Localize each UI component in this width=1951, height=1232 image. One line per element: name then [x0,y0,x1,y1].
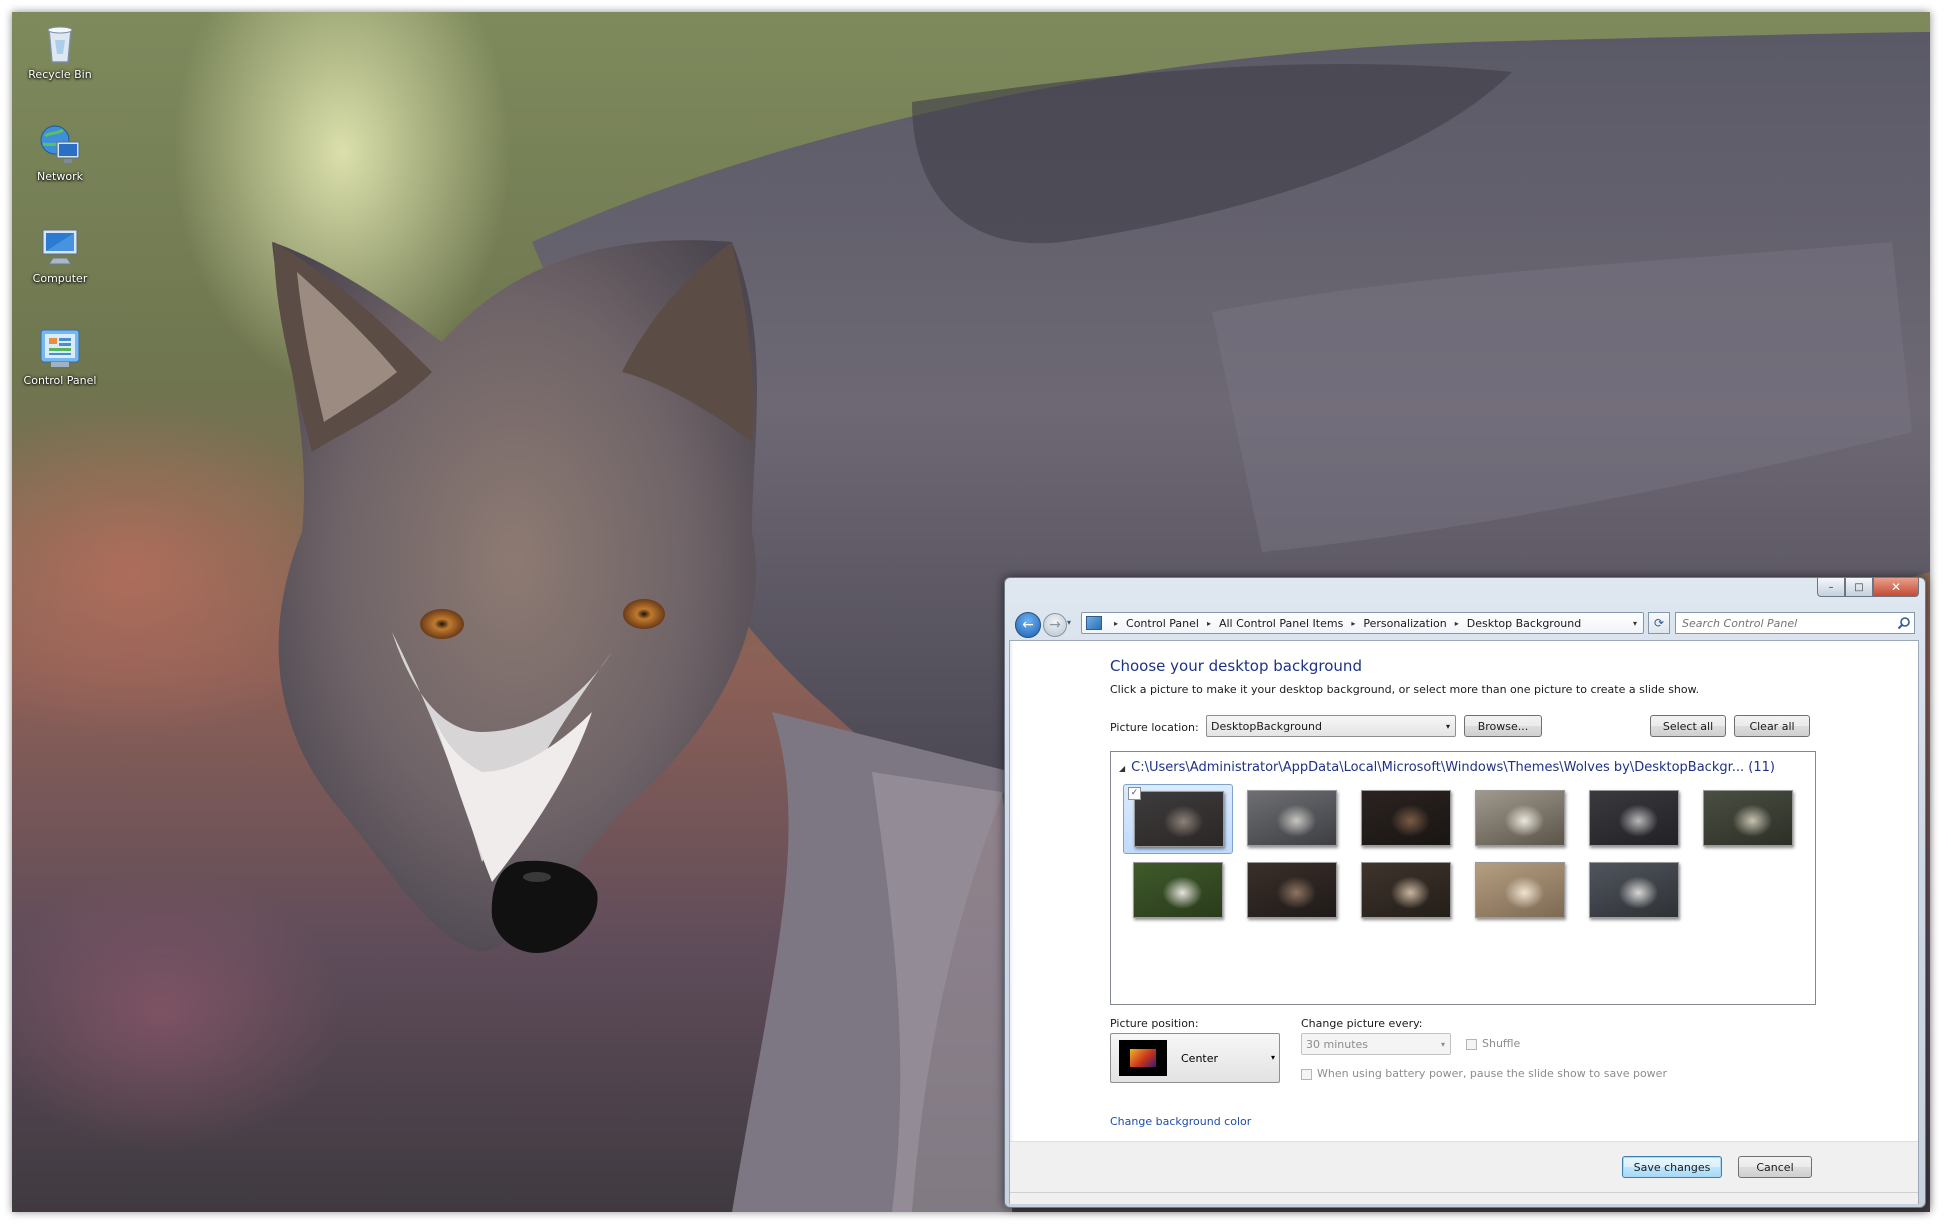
breadcrumb-separator[interactable]: ▸ [1207,619,1211,628]
search-input[interactable] [1675,612,1915,634]
desktop-icon-recycle-bin[interactable]: Recycle Bin [20,20,100,82]
gallery-group-header[interactable]: ◢ C:\Users\Administrator\AppData\Local\Mi… [1119,760,1775,775]
desktop-icon-computer[interactable]: Computer [20,224,100,286]
wallpaper-thumbnail[interactable] [1579,856,1689,926]
network-icon [37,122,83,168]
wallpaper-thumbnail[interactable] [1237,784,1347,854]
desktop-background-window: – □ ✕ ← → ▾ ▸ Control Panel ▸ All Contro… [1004,577,1926,1208]
thumbnail-checkbox[interactable]: ✓ [1128,787,1141,800]
desktop-icon-label: Network [37,170,83,183]
wallpaper-thumbnail[interactable] [1351,856,1461,926]
picture-position-value: Center [1181,1052,1219,1065]
wallpaper-thumbnail-image [1133,862,1223,918]
wallpaper-thumbnail[interactable] [1693,784,1803,854]
page-subtitle: Click a picture to make it your desktop … [1110,683,1700,696]
change-picture-every-value: 30 minutes [1306,1037,1369,1051]
page-title: Choose your desktop background [1110,657,1362,675]
address-bar[interactable]: ▸ Control Panel ▸ All Control Panel Item… [1081,612,1644,634]
collapse-triangle-icon[interactable]: ◢ [1119,764,1125,773]
wallpaper-thumbnail[interactable] [1351,784,1461,854]
wallpaper-thumbnail-image [1475,790,1565,846]
breadcrumb-separator[interactable]: ▸ [1114,619,1118,628]
wallpaper-thumbnail-image [1361,790,1451,846]
wallpaper-thumbnail-image [1361,862,1451,918]
battery-pause-label: When using battery power, pause the slid… [1317,1067,1667,1080]
wallpaper-thumbnail-image [1589,790,1679,846]
dialog-footer: Save changes Cancel [1010,1141,1918,1204]
picture-position-label: Picture position: [1110,1017,1199,1030]
battery-pause-checkbox[interactable] [1301,1069,1312,1080]
browse-button[interactable]: Browse... [1464,715,1542,737]
desktop-icon-label: Control Panel [23,374,97,387]
caption-buttons: – □ ✕ [1817,578,1919,598]
recent-pages-dropdown[interactable]: ▾ [1067,618,1071,627]
wallpaper-thumbnail-image [1703,790,1793,846]
wallpaper-thumbnail-image [1247,790,1337,846]
breadcrumb-separator[interactable]: ▸ [1351,619,1355,628]
wallpaper-thumbnail-image [1134,791,1224,847]
desktop-icon-control-panel[interactable]: Control Panel [20,326,100,388]
chevron-down-icon: ▾ [1440,1039,1445,1049]
wallpaper-thumbnail[interactable] [1465,784,1575,854]
forward-button[interactable]: → [1043,613,1067,637]
address-dropdown-icon[interactable]: ▾ [1627,619,1643,628]
chevron-down-icon: ▾ [1270,1053,1275,1062]
picture-location-value: DesktopBackground [1211,719,1322,733]
wallpaper-thumbnail-image [1589,862,1679,918]
breadcrumb-desktop-background[interactable]: Desktop Background [1467,617,1582,630]
desktop-icon-network[interactable]: Network [20,122,100,184]
maximize-button[interactable]: □ [1845,578,1873,597]
change-background-color-link[interactable]: Change background color [1110,1115,1251,1128]
wallpaper-thumbnail[interactable] [1123,856,1233,926]
computer-icon [37,224,83,270]
close-button[interactable]: ✕ [1873,578,1919,597]
picture-location-select[interactable]: DesktopBackground ▾ [1206,715,1456,737]
back-button[interactable]: ← [1015,612,1041,638]
breadcrumb-all-control-panel-items[interactable]: All Control Panel Items [1219,617,1343,630]
picture-position-select[interactable]: Center ▾ [1110,1033,1280,1083]
change-picture-every-select[interactable]: 30 minutes ▾ [1301,1033,1451,1055]
picture-location-label: Picture location: [1110,721,1199,734]
cancel-button[interactable]: Cancel [1738,1156,1812,1178]
recycle-bin-icon [37,20,83,66]
breadcrumb-personalization[interactable]: Personalization [1363,617,1446,630]
minimize-button[interactable]: – [1817,578,1845,597]
picture-gallery[interactable]: ◢ C:\Users\Administrator\AppData\Local\Mi… [1110,751,1816,1005]
save-changes-button[interactable]: Save changes [1622,1156,1722,1178]
desktop-icon-label: Computer [32,272,88,285]
search-icon[interactable] [1897,616,1911,630]
wallpaper-thumbnail-image [1247,862,1337,918]
breadcrumb-control-panel[interactable]: Control Panel [1126,617,1199,630]
content-pane: Choose your desktop background Click a p… [1009,640,1919,1204]
breadcrumb-separator[interactable]: ▸ [1455,619,1459,628]
shuffle-label: Shuffle [1482,1037,1521,1050]
desktop-icon-label: Recycle Bin [28,68,92,81]
wallpaper-thumbnail-image [1475,862,1565,918]
shuffle-checkbox[interactable] [1466,1039,1477,1050]
wallpaper-thumbnail[interactable] [1237,856,1347,926]
wallpaper-thumbnail[interactable] [1579,784,1689,854]
chevron-down-icon: ▾ [1445,721,1450,731]
wallpaper-thumbnail[interactable] [1465,856,1575,926]
position-preview-image [1119,1040,1167,1076]
control-panel-icon [1086,616,1102,630]
gallery-group-path: C:\Users\Administrator\AppData\Local\Mic… [1131,760,1775,775]
change-picture-every-label: Change picture every: [1301,1017,1423,1030]
clear-all-button[interactable]: Clear all [1734,715,1810,737]
select-all-button[interactable]: Select all [1650,715,1726,737]
control-panel-icon [37,326,83,372]
refresh-button[interactable]: ⟳ [1648,612,1670,634]
wallpaper-thumbnail[interactable]: ✓ [1123,784,1233,854]
